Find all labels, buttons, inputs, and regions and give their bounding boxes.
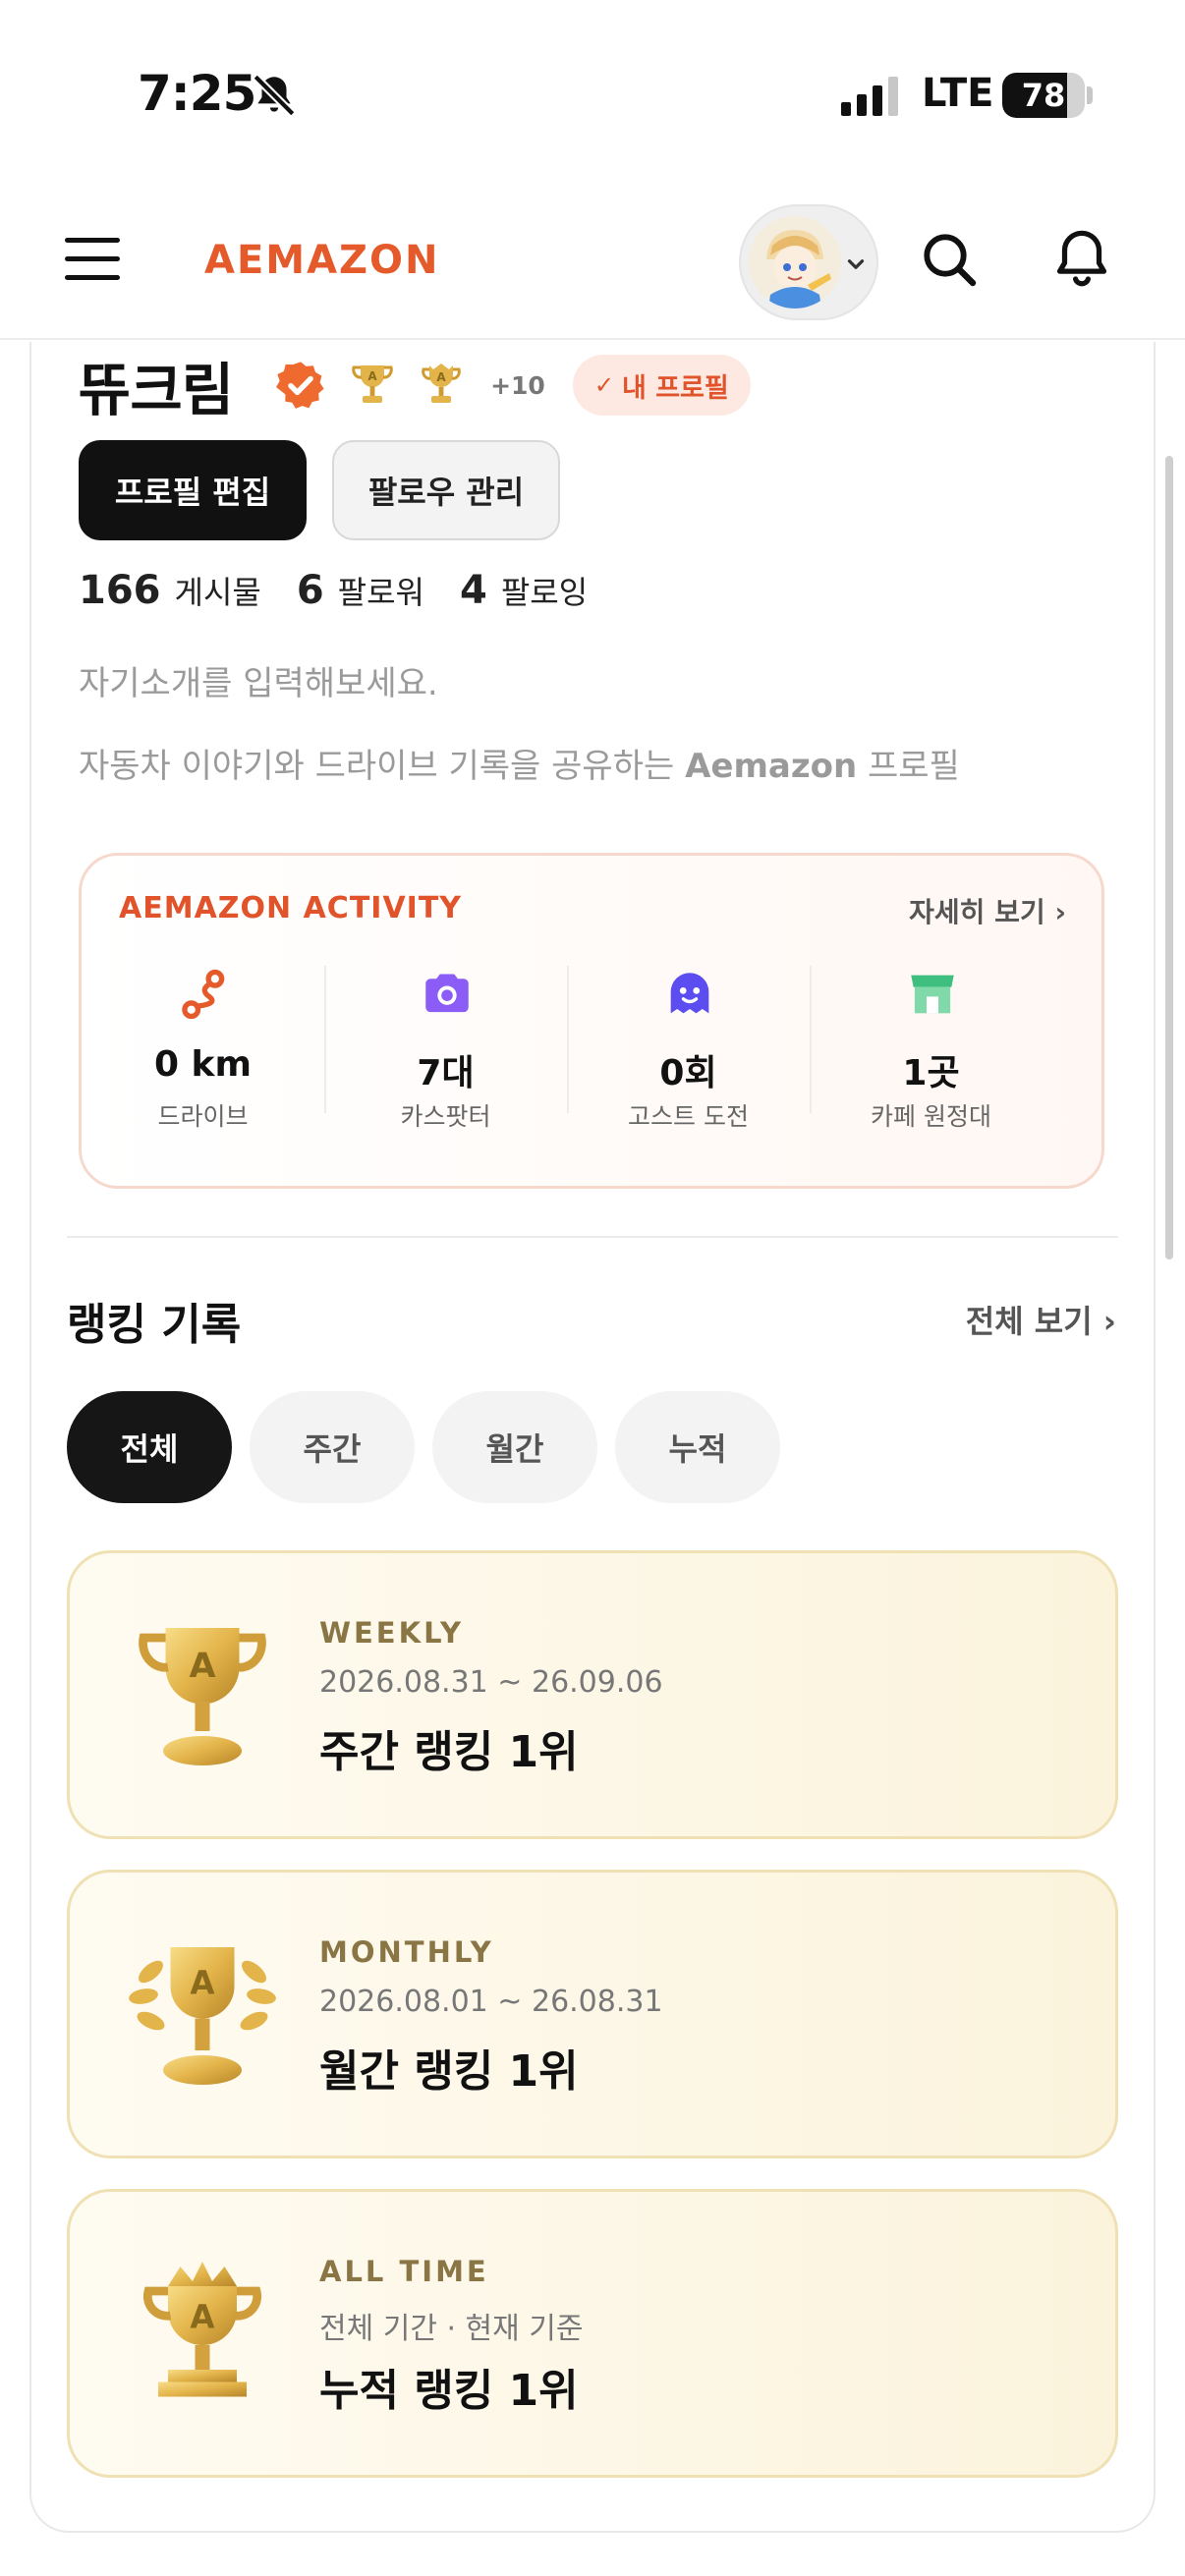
svg-text:A: A xyxy=(367,369,377,383)
bio-suffix: 프로필 xyxy=(857,747,960,786)
my-profile-label: 내 프로필 xyxy=(621,372,729,404)
activity-label: 카스팟터 xyxy=(400,1102,491,1131)
svg-text:A: A xyxy=(436,370,446,384)
scrollbar[interactable] xyxy=(1165,456,1173,1260)
ranking-card-weekly[interactable]: A WEEKLY 2026.08.31 ~ 26.09.06 주간 랭킹 1위 xyxy=(67,1550,1118,1839)
search-icon[interactable] xyxy=(918,228,981,291)
battery-icon: 78 xyxy=(1002,73,1085,118)
tab-all[interactable]: 전체 xyxy=(67,1391,232,1503)
battery-level: 78 xyxy=(1021,77,1066,114)
verified-badge-icon[interactable] xyxy=(274,359,327,412)
tab-weekly[interactable]: 주간 xyxy=(250,1391,415,1503)
following-count: 4 xyxy=(460,568,487,613)
profile-name-row: 뜌크림 A A +10 ✓ 내 프로필 xyxy=(79,346,751,424)
check-icon: ✓ xyxy=(593,371,614,399)
crown-trophy-icon: A xyxy=(142,2262,262,2397)
app-header: AEMAZON xyxy=(0,187,1185,340)
laurel-trophy-icon: A xyxy=(129,1947,276,2085)
activity-value: 0 km xyxy=(153,1044,253,1085)
ranking-tabs: 전체 주간 월간 누적 xyxy=(67,1391,798,1503)
followers-label: 팔로워 xyxy=(337,574,424,611)
ranking-range: 전체 기간 · 현재 기준 xyxy=(319,2312,584,2346)
ranking-range: 2026.08.31 ~ 26.09.06 xyxy=(319,1665,663,1700)
bell-icon[interactable] xyxy=(1047,224,1116,293)
followers-count: 6 xyxy=(296,568,324,613)
activity-item-cafe[interactable]: 1곳 카페 원정대 xyxy=(810,966,1052,1133)
activity-items: 0 km 드라이브 7대 카스팟터 0회 고스트 도전 1곳 카페 원정대 xyxy=(82,966,1101,1133)
manage-follow-button[interactable]: 팔로우 관리 xyxy=(332,440,560,540)
activity-value: 7대 xyxy=(417,1053,475,1093)
status-bar: 7:25 LTE 78 xyxy=(0,0,1185,187)
section-divider xyxy=(67,1236,1118,1238)
tab-monthly[interactable]: 월간 xyxy=(432,1391,597,1503)
activity-label: 카페 원정대 xyxy=(871,1102,991,1131)
posts-stat[interactable]: 166 게시물 xyxy=(79,568,261,613)
bio-placeholder[interactable]: 자기소개를 입력해보세요. xyxy=(79,656,438,704)
ranking-card-monthly[interactable]: A MONTHLY 2026.08.01 ~ 26.08.31 월간 랭킹 1위 xyxy=(67,1870,1118,2158)
svg-text:A: A xyxy=(189,1647,215,1686)
activity-panel: AEMAZON ACTIVITY 자세히 보기 › 0 km 드라이브 7대 카… xyxy=(79,853,1104,1189)
bio-prefix: 자동차 이야기와 드라이브 기록을 공유하는 xyxy=(79,747,686,786)
my-profile-badge: ✓ 내 프로필 xyxy=(572,355,751,416)
profile-stats: 166 게시물 6 팔로워 4 팔로잉 xyxy=(79,568,623,613)
trophy-badge-icon[interactable]: A xyxy=(349,360,396,411)
app-logo[interactable]: AEMAZON xyxy=(204,238,440,283)
account-switcher[interactable] xyxy=(739,204,878,320)
route-icon xyxy=(182,969,225,1020)
ghost-icon xyxy=(670,973,709,1014)
following-stat[interactable]: 4 팔로잉 xyxy=(460,568,588,613)
ranking-place: 월간 랭킹 1위 xyxy=(319,2046,579,2097)
edit-profile-button[interactable]: 프로필 편집 xyxy=(79,440,307,540)
ranking-range: 2026.08.01 ~ 26.08.31 xyxy=(319,1985,663,2019)
ranking-period: WEEKLY xyxy=(319,1616,465,1650)
activity-item-ghost[interactable]: 0회 고스트 도전 xyxy=(567,966,810,1133)
ranking-place: 누적 랭킹 1위 xyxy=(319,2366,579,2416)
ranking-title: 랭킹 기록 xyxy=(67,1300,242,1350)
posts-count: 166 xyxy=(79,568,161,613)
activity-more-link[interactable]: 자세히 보기 › xyxy=(909,891,1066,930)
trophy-icon: A xyxy=(139,1628,266,1765)
status-time: 7:25 xyxy=(138,65,256,122)
menu-icon[interactable] xyxy=(65,238,120,281)
svg-text:A: A xyxy=(190,1965,214,2002)
activity-item-carspotter[interactable]: 7대 카스팟터 xyxy=(324,966,567,1133)
bell-off-icon xyxy=(253,74,296,117)
ranking-place: 주간 랭킹 1위 xyxy=(319,1727,579,1777)
posts-label: 게시물 xyxy=(174,574,261,611)
trophy-badge-icon[interactable]: A xyxy=(418,360,465,411)
ranking-period: ALL TIME xyxy=(319,2255,489,2288)
profile-description: 자동차 이야기와 드라이브 기록을 공유하는 Aemazon 프로필 xyxy=(79,739,960,787)
followers-stat[interactable]: 6 팔로워 xyxy=(297,568,424,613)
network-type: LTE xyxy=(922,71,994,116)
activity-item-drive[interactable]: 0 km 드라이브 xyxy=(82,966,324,1133)
tab-alltime[interactable]: 누적 xyxy=(615,1391,780,1503)
profile-actions: 프로필 편집 팔로우 관리 xyxy=(79,440,560,540)
activity-value: 0회 xyxy=(659,1053,717,1093)
following-label: 팔로잉 xyxy=(500,574,589,611)
profile-name: 뜌크림 xyxy=(79,357,234,423)
ranking-view-all-link[interactable]: 전체 보기 › xyxy=(966,1297,1116,1342)
activity-title: AEMAZON ACTIVITY xyxy=(119,891,463,925)
avatar xyxy=(749,216,841,308)
chevron-down-icon xyxy=(847,259,865,269)
ranking-card-alltime[interactable]: A ALL TIME 전체 기간 · 현재 기준 누적 랭킹 1위 xyxy=(67,2189,1118,2478)
ranking-period: MONTHLY xyxy=(319,1935,494,1969)
camera-icon xyxy=(425,974,469,1013)
activity-label: 드라이브 xyxy=(157,1102,249,1131)
svg-text:A: A xyxy=(190,2299,214,2336)
battery-tip xyxy=(1087,86,1093,104)
activity-label: 고스트 도전 xyxy=(628,1102,749,1131)
bio-brand: Aemazon xyxy=(685,747,858,786)
more-badges-count[interactable]: +10 xyxy=(490,371,545,400)
store-icon xyxy=(911,975,954,1014)
activity-value: 1곳 xyxy=(902,1053,960,1093)
cellular-signal-icon xyxy=(841,77,898,116)
